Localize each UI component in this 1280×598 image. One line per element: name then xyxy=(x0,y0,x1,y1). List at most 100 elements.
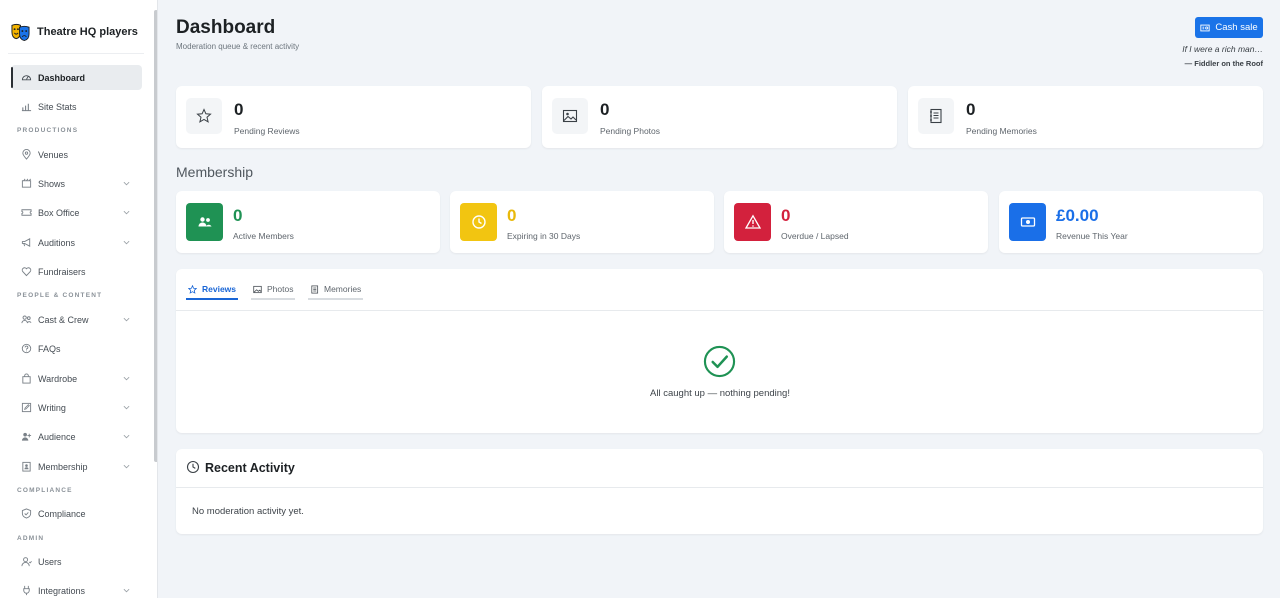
id-card-icon xyxy=(22,461,31,472)
sidebar-item-dashboard[interactable]: Dashboard xyxy=(11,65,142,90)
map-pin-icon xyxy=(22,149,31,160)
cash-sale-label: Cash sale xyxy=(1215,22,1258,33)
pending-reviews-card[interactable]: 0 Pending Reviews xyxy=(176,86,531,148)
queue-empty-message: All caught up — nothing pending! xyxy=(650,388,790,399)
divider xyxy=(176,487,1263,488)
pencil-icon xyxy=(21,402,32,413)
revenue-card[interactable]: £0.00 Revenue This Year xyxy=(999,191,1263,253)
cash-icon xyxy=(1020,217,1035,227)
chevron-down-icon xyxy=(123,317,130,322)
pending-reviews-count: 0 xyxy=(234,100,244,119)
sidebar-item-label: Site Stats xyxy=(38,101,77,112)
star-icon xyxy=(196,108,212,123)
megaphone-icon xyxy=(21,238,31,247)
pending-memories-card[interactable]: 0 Pending Memories xyxy=(908,86,1263,148)
recent-activity-title: Recent Activity xyxy=(205,461,295,475)
sidebar-item-users[interactable]: Users xyxy=(11,549,142,574)
tab-photos[interactable]: Photos xyxy=(251,280,296,300)
recent-activity-panel xyxy=(176,449,1263,534)
overdue-card[interactable]: 0 Overdue / Lapsed xyxy=(724,191,988,253)
icon-box xyxy=(552,98,588,134)
chevron-down-icon xyxy=(123,434,130,439)
sidebar-item-auditions[interactable]: Auditions xyxy=(11,230,142,255)
sidebar-item-label: Writing xyxy=(38,402,66,413)
expiring-count: 0 xyxy=(507,206,517,225)
tab-reviews[interactable]: Reviews xyxy=(186,280,239,300)
pending-photos-label: Pending Photos xyxy=(600,126,661,136)
sidebar-item-label: FAQs xyxy=(38,343,61,354)
page-title: Dashboard xyxy=(176,17,276,38)
sidebar-item-label: Box Office xyxy=(38,207,80,218)
sidebar-item-cast-crew[interactable]: Cast & Crew xyxy=(11,307,142,332)
quote-text: If I were a rich man… xyxy=(1182,44,1263,54)
sidebar-item-label: Audience xyxy=(38,431,76,442)
tab-label: Memories xyxy=(324,284,362,294)
sidebar-item-label: Venues xyxy=(38,149,69,160)
tab-label: Reviews xyxy=(202,284,237,294)
image-icon xyxy=(253,285,262,293)
revenue-value: £0.00 xyxy=(1056,206,1099,225)
chevron-down-icon xyxy=(123,405,130,410)
divider xyxy=(176,310,1263,311)
sidebar-item-writing[interactable]: Writing xyxy=(11,395,142,420)
shield-icon xyxy=(21,508,32,519)
sidebar-item-label: Auditions xyxy=(38,237,76,248)
sidebar-item-label: Fundraisers xyxy=(38,266,86,277)
users-icon xyxy=(21,557,32,567)
sidebar-item-site-stats[interactable]: Site Stats xyxy=(11,94,142,119)
pending-memories-count: 0 xyxy=(966,100,976,119)
pending-photos-card[interactable]: 0 Pending Photos xyxy=(542,86,897,148)
plug-icon xyxy=(23,585,30,596)
active-members-card[interactable]: 0 Active Members xyxy=(176,191,440,253)
sidebar-item-label: Dashboard xyxy=(38,72,86,83)
quote-source: — Fiddler on the Roof xyxy=(1184,59,1263,68)
sidebar-item-label: Wardrobe xyxy=(38,373,78,384)
membership-section-title: Membership xyxy=(176,164,254,180)
sidebar-item-audience[interactable]: Audience xyxy=(11,424,142,449)
people-icon xyxy=(21,315,32,324)
heart-icon xyxy=(21,267,32,277)
icon-box xyxy=(186,98,222,134)
bar-chart-icon xyxy=(21,103,32,112)
sidebar-scrollbar[interactable] xyxy=(154,10,157,462)
audience-icon xyxy=(21,432,32,441)
chevron-down-icon xyxy=(123,210,130,215)
sidebar-item-faqs[interactable]: FAQs xyxy=(11,336,142,361)
nav-section-productions: PRODUCTIONS xyxy=(17,127,79,134)
nav-section-admin: ADMIN xyxy=(17,535,45,542)
sidebar: Theatre HQ players Dashboard Site Stats … xyxy=(0,0,158,598)
film-icon xyxy=(21,178,32,188)
icon-box xyxy=(1009,203,1046,241)
sidebar-item-wardrobe[interactable]: Wardrobe xyxy=(11,366,142,391)
sidebar-item-venues[interactable]: Venues xyxy=(11,142,142,167)
chevron-down-icon xyxy=(123,376,130,381)
people-icon xyxy=(198,217,211,227)
warning-icon xyxy=(744,214,761,229)
sidebar-item-membership[interactable]: Membership xyxy=(11,454,142,479)
sidebar-item-integrations[interactable]: Integrations xyxy=(11,578,142,598)
sidebar-item-label: Membership xyxy=(38,461,88,472)
cash-sale-button[interactable]: Cash sale xyxy=(1195,17,1263,38)
sidebar-item-shows[interactable]: Shows xyxy=(11,171,142,196)
journal-icon xyxy=(311,284,319,294)
chevron-down-icon xyxy=(123,588,130,593)
tab-memories[interactable]: Memories xyxy=(308,280,364,300)
pending-reviews-label: Pending Reviews xyxy=(234,126,300,136)
active-members-count: 0 xyxy=(233,206,243,225)
divider xyxy=(8,53,144,54)
expiring-card[interactable]: 0 Expiring in 30 Days xyxy=(450,191,714,253)
theatre-masks-logo-icon xyxy=(11,23,30,42)
sidebar-item-compliance[interactable]: Compliance xyxy=(11,501,142,526)
sidebar-item-label: Integrations xyxy=(38,585,86,596)
brand[interactable]: Theatre HQ players xyxy=(11,21,138,43)
nav-section-people-content: PEOPLE & CONTENT xyxy=(17,292,103,299)
sidebar-item-box-office[interactable]: Box Office xyxy=(11,200,142,225)
register-icon xyxy=(1200,24,1210,31)
check-circle-icon xyxy=(703,345,736,378)
chevron-down-icon xyxy=(123,181,130,186)
ticket-icon xyxy=(21,209,32,216)
sidebar-item-label: Compliance xyxy=(38,508,86,519)
tab-label: Photos xyxy=(267,284,294,294)
sidebar-item-fundraisers[interactable]: Fundraisers xyxy=(11,259,142,284)
active-members-label: Active Members xyxy=(233,231,294,241)
